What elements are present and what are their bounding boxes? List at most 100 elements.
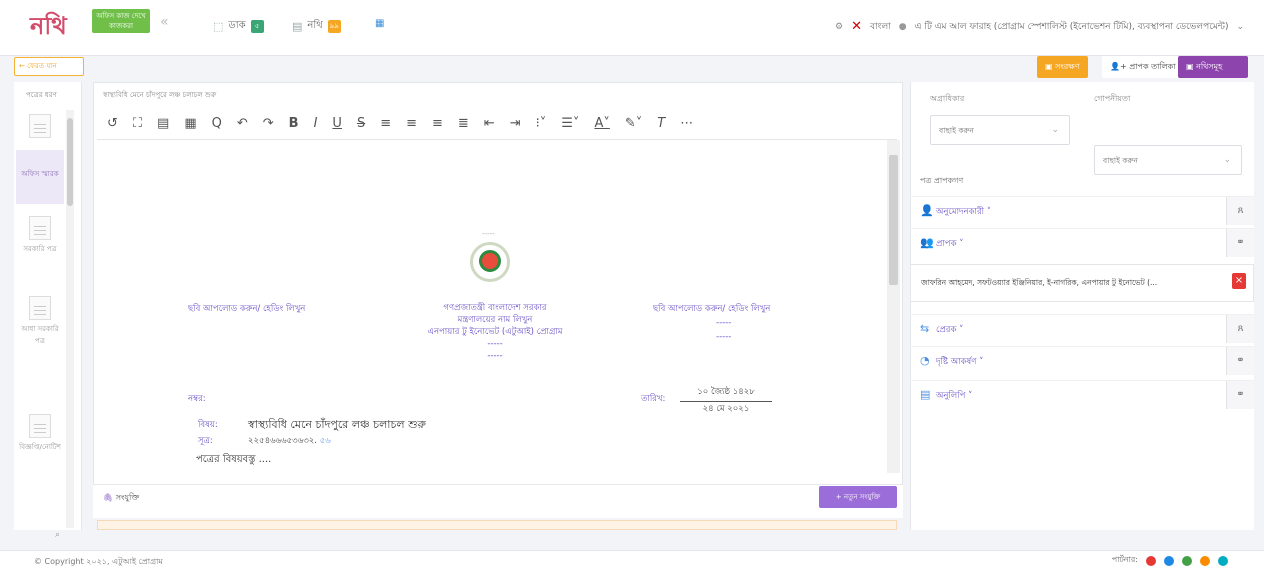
nav-nothi-label: নথি xyxy=(307,20,323,31)
priority-value: বাছাই করুন xyxy=(939,126,974,135)
notes-button[interactable]: ▣ নথিসমূহ xyxy=(1178,56,1248,78)
left-header-placeholder[interactable]: ছবি আপলোড করুন/ হেডিং লিখুন xyxy=(188,302,305,316)
notes-label: নথিসমূহ xyxy=(1196,62,1223,71)
undo-icon[interactable]: ↶ xyxy=(237,116,248,131)
remove-recipient-icon[interactable]: × xyxy=(1232,273,1246,289)
receiver-row[interactable]: 👥 প্রাপক ˅ ⚭ xyxy=(910,228,1254,257)
clear-format-icon[interactable]: T xyxy=(657,116,665,131)
text-color-icon[interactable]: A˅ xyxy=(594,116,609,131)
more-icon[interactable]: ⋯ xyxy=(680,116,693,131)
sender-row[interactable]: ⇆ প্রেরক ˅ ጸ xyxy=(910,314,1254,343)
selected-recipient-chip[interactable]: জাফরিন আহমেদ, সফটওয়্যার ইঞ্জিনিয়ার, ই-… xyxy=(910,264,1254,302)
user-search-icon[interactable]: ጸ xyxy=(1226,197,1254,225)
bullet-list-icon[interactable]: ☰˅ xyxy=(561,116,579,131)
footer xyxy=(0,550,1264,575)
collapse-sidebar-icon[interactable]: « xyxy=(160,14,169,30)
priority-select[interactable]: বাছাই করুন ⌄ xyxy=(930,115,1070,145)
group-icon[interactable]: ⚭ xyxy=(1226,347,1254,375)
paste-icon[interactable]: ▤ xyxy=(157,116,169,131)
app-logo[interactable]: নথি xyxy=(30,8,67,48)
attachment-dropzone[interactable] xyxy=(97,520,897,530)
group-icon[interactable]: ⚭ xyxy=(1226,381,1254,409)
center-header[interactable]: গণপ্রজাতন্ত্রী বাংলাদেশ সরকার মন্ত্রণালয… xyxy=(420,302,570,362)
new-attachment-button[interactable]: + নতুন সংযুক্তি xyxy=(819,486,897,508)
approver-icon: 👤 xyxy=(920,204,934,217)
notification-off-icon[interactable]: ✕ xyxy=(851,19,862,34)
emblem-center xyxy=(479,250,501,272)
program-name: এনপায়ার টু ইনোভেট (এটুআই) প্রোগ্রাম xyxy=(427,327,563,337)
indent-icon[interactable]: ⇥ xyxy=(510,116,521,131)
chevron-down-icon: ⌄ xyxy=(1051,125,1059,135)
attachment-label-text: সংযুক্তি xyxy=(115,493,140,502)
right-line-2: ----- xyxy=(716,332,732,342)
copy-row[interactable]: ▤ অনুলিপি ˅ ⚭ xyxy=(910,380,1254,409)
align-justify-icon[interactable]: ≣ xyxy=(458,116,469,131)
settings-icon[interactable]: ⚙ xyxy=(835,22,843,32)
apps-grid-icon[interactable]: ▦ xyxy=(375,18,384,29)
outdent-icon[interactable]: ⇤ xyxy=(484,116,495,131)
align-right-icon[interactable]: ≡ xyxy=(432,116,443,131)
fullscreen-icon[interactable]: ⛶ xyxy=(133,116,142,131)
attention-label: দৃষ্টি আকর্ষণ ˅ xyxy=(936,357,984,367)
align-center-icon[interactable]: ≡ xyxy=(406,116,417,131)
italic-icon[interactable]: I xyxy=(314,116,318,131)
save-label: সংরক্ষণ xyxy=(1055,62,1080,71)
editor-scrollbar-thumb[interactable] xyxy=(889,155,898,285)
govt-name: গণপ্রজাতন্ত্রী বাংলাদেশ সরকার xyxy=(443,303,547,313)
attention-row[interactable]: ◔ দৃষ্টি আকর্ষণ ˅ ⚭ xyxy=(910,346,1254,375)
receiver-label: প্রাপক ˅ xyxy=(936,239,964,249)
letter-body[interactable]: পত্রের বিষয়বস্তু .... xyxy=(196,452,271,469)
letter-type-office-memo[interactable]: অফিস স্মারক xyxy=(16,150,64,204)
redo-icon[interactable]: ↷ xyxy=(263,116,274,131)
numbered-list-icon[interactable]: ⁝˅ xyxy=(536,116,547,131)
partner-logo-5[interactable] xyxy=(1218,555,1228,566)
date-english[interactable]: ২৪ মে ২০২১ xyxy=(680,402,772,416)
find-icon[interactable]: Q xyxy=(212,116,222,131)
approver-label: অনুমোদনকারী ˅ xyxy=(936,207,992,217)
approver-row[interactable]: 👤 অনুমোদনকারী ˅ ጸ xyxy=(910,196,1254,225)
partner-logo-4[interactable] xyxy=(1200,555,1210,566)
align-left-icon[interactable]: ≡ xyxy=(380,116,391,131)
partner-logo-2[interactable] xyxy=(1164,555,1174,566)
partner-logo-3[interactable] xyxy=(1182,555,1192,566)
group-icon[interactable]: ⚭ xyxy=(1226,229,1254,257)
right-line-1: ----- xyxy=(716,318,732,328)
editor-toolbar: ↺ ⛶ ▤ ▦ Q ↶ ↷ B I U S ≡ ≡ ≡ ≣ ⇤ ⇥ ⁝˅ ☰˅ … xyxy=(97,108,897,140)
letter-type-label: বিজ্ঞপ্তি/নোটিশ xyxy=(19,443,61,451)
bold-icon[interactable]: B xyxy=(289,116,299,131)
history-icon[interactable]: ↺ xyxy=(107,116,118,131)
secrecy-select[interactable]: বাছাই করুন ⌄ xyxy=(1094,145,1242,175)
letter-type-govt-letter[interactable]: সরকারি পত্র xyxy=(16,212,64,264)
nav-nothi[interactable]: ▤ নথি ৯৯ xyxy=(292,18,341,35)
letter-type-label: আধা সরকারি পত্র xyxy=(21,325,59,345)
memo-number-label: নম্বর: xyxy=(188,394,206,404)
letter-type-notice[interactable]: বিজ্ঞপ্তি/নোটিশ xyxy=(16,410,64,462)
save-button[interactable]: ▣ সংরক্ষণ xyxy=(1037,56,1088,78)
chevron-down-icon[interactable]: ⌄ xyxy=(1236,22,1244,32)
subject-text[interactable]: স্বাস্থ্যবিধি মেনে চাঁদপুরে লঞ্চ চলাচল শ… xyxy=(248,416,426,435)
underline-icon[interactable]: U xyxy=(332,116,342,131)
select-all-icon[interactable]: ▦ xyxy=(184,116,196,131)
nav-dak[interactable]: ⬚ ডাক ৫ xyxy=(213,18,264,35)
reference-link[interactable]: ৫৬ xyxy=(320,436,331,446)
right-header-placeholder[interactable]: ছবি আপলোড করুন/ হেডিং লিখুন xyxy=(653,302,770,316)
strikethrough-icon[interactable]: S xyxy=(357,116,365,131)
left-scrollbar-thumb[interactable] xyxy=(67,118,73,206)
language-toggle[interactable]: বাংলা xyxy=(870,19,891,34)
letter-type-semi-govt-letter[interactable]: আধা সরকারি পত্র xyxy=(16,292,64,345)
user-search-icon[interactable]: ጸ xyxy=(1226,315,1254,343)
search-icon[interactable]: ⌕ xyxy=(55,530,60,540)
chevron-down-icon: ⌄ xyxy=(1223,155,1231,165)
back-button[interactable]: ← ফেরত যান xyxy=(14,57,84,76)
page-thumbnail-icon xyxy=(29,114,51,138)
user-designation[interactable]: এ টি এম আল ফারাহ (প্রোগ্রাম স্পেশালিস্ট … xyxy=(915,19,1229,34)
reference-number[interactable]: ২২৫৪৬৬৬৫৩৬৩২. ৫৬ xyxy=(248,434,331,448)
inbox-icon: ⬚ xyxy=(213,20,224,33)
date-bangla[interactable]: ১০ জ্যৈষ্ঠ ১৪২৮ xyxy=(680,385,772,402)
partner-logo-1[interactable] xyxy=(1146,555,1156,566)
secrecy-value: বাছাই করুন xyxy=(1103,156,1138,165)
highlight-icon[interactable]: ✎˅ xyxy=(625,116,642,131)
center-line-5: ----- xyxy=(487,351,503,361)
recipient-list-button[interactable]: 👤+ প্রাপক তালিকা xyxy=(1102,56,1184,78)
letter-type-label: সরকারি পত্র xyxy=(23,245,57,253)
